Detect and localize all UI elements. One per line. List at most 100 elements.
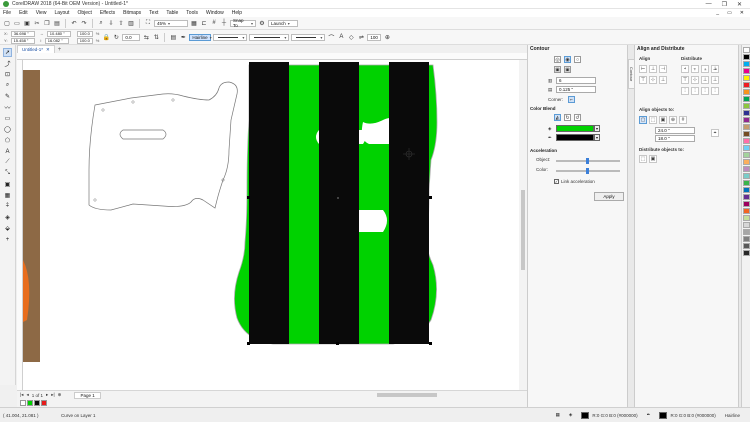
align-y-field[interactable]: 18.0 " (655, 135, 695, 142)
page-tab[interactable]: Page 1 (74, 391, 101, 399)
doc-close-button[interactable]: ✕ (740, 10, 744, 16)
doc-minimize-button[interactable]: _ (716, 10, 719, 16)
palette-color[interactable] (742, 201, 750, 207)
palette-color[interactable] (742, 110, 750, 116)
text-tool-icon[interactable]: A (3, 147, 12, 156)
palette-color[interactable] (742, 194, 750, 200)
quick-customize-icon[interactable]: ⊕ (383, 33, 391, 41)
show-guidelines-icon[interactable]: ┼ (220, 19, 228, 27)
outline-width-dropdown[interactable]: Hairline (189, 33, 212, 41)
snap-to-dropdown[interactable]: Snap To (230, 18, 256, 28)
prev-page-icon[interactable]: ◂ (26, 392, 28, 398)
swatch-none[interactable] (20, 400, 26, 406)
menu-file[interactable]: File (3, 10, 11, 16)
paste-icon[interactable]: ▤ (53, 19, 61, 27)
selection-handle[interactable] (247, 196, 250, 199)
palette-color[interactable] (742, 208, 750, 214)
connector-tool-icon[interactable]: ⤡ (3, 169, 12, 178)
horizontal-scrollbar-thumb[interactable] (377, 393, 437, 397)
fill-color-chip[interactable] (581, 411, 590, 419)
counterclockwise-blend-icon[interactable]: ↺ (574, 114, 581, 121)
palette-color[interactable] (742, 166, 750, 172)
restore-button[interactable]: ❐ (722, 1, 727, 8)
palette-color[interactable] (742, 54, 750, 60)
artistic-media-icon[interactable]: 〰 (3, 103, 12, 112)
transparency-tool-icon[interactable]: ▦ (3, 191, 12, 200)
black-bar-right[interactable] (389, 62, 429, 344)
distribute-bottom-icon[interactable]: ⊥ (711, 76, 719, 84)
align-x-field[interactable]: 24.0 " (655, 127, 695, 134)
distribute-extra-icon[interactable]: ⫶ (691, 87, 699, 95)
distribute-extra-icon[interactable]: ⫶ (701, 87, 709, 95)
first-page-icon[interactable]: |◂ (20, 392, 23, 398)
canvas-artwork[interactable] (23, 60, 519, 390)
selection-handle[interactable] (247, 342, 250, 345)
add-tool-icon[interactable]: + (3, 235, 12, 244)
outline-color-dropdown[interactable]: ▾ (594, 134, 600, 141)
show-rulers-icon[interactable]: ⊏ (200, 19, 208, 27)
palette-color[interactable] (742, 159, 750, 165)
scale-height-field[interactable]: 100.0 (76, 37, 93, 44)
palette-color[interactable] (742, 250, 750, 256)
swatch-green[interactable] (27, 400, 33, 406)
palette-color[interactable] (742, 75, 750, 81)
document-tab-close-icon[interactable]: ✕ (46, 47, 50, 53)
mirror-vertical-icon[interactable]: ⇅ (152, 33, 160, 41)
distribute-left-icon[interactable]: ⫞ (681, 65, 689, 73)
menu-effects[interactable]: Effects (100, 10, 115, 16)
palette-color[interactable] (742, 180, 750, 186)
import-icon[interactable]: ⇩ (107, 19, 115, 27)
align-left-icon[interactable]: ⊢ (639, 65, 647, 73)
palette-color[interactable] (742, 96, 750, 102)
width-field[interactable]: 10.480 " (46, 30, 71, 37)
selection-handle[interactable] (429, 342, 432, 345)
color-acceleration-knob[interactable] (586, 168, 589, 174)
palette-no-color[interactable] (742, 47, 750, 53)
search-content-icon[interactable]: ⌕ (97, 19, 105, 27)
wrap-text-icon[interactable]: ▤ (169, 33, 177, 41)
palette-color[interactable] (742, 152, 750, 158)
distribute-extra-icon[interactable]: ⫶ (681, 87, 689, 95)
menu-window[interactable]: Window (206, 10, 224, 16)
start-arrowhead-dropdown[interactable] (213, 33, 248, 41)
outline-color-chip[interactable] (659, 411, 668, 419)
palette-color[interactable] (742, 222, 750, 228)
clockwise-blend-icon[interactable]: ↻ (564, 114, 571, 121)
distribute-center-h-icon[interactable]: ⫟ (691, 65, 699, 73)
corner-type-icon[interactable]: ⌐ (568, 96, 575, 103)
undo-icon[interactable]: ↶ (70, 19, 78, 27)
palette-color[interactable] (742, 229, 750, 235)
zoom-tool-icon[interactable]: ⌕ (3, 81, 12, 90)
height-field[interactable]: 16.082 " (44, 37, 69, 44)
rectangle-tool-icon[interactable]: ▭ (3, 114, 12, 123)
object-acceleration-knob[interactable] (586, 158, 589, 164)
black-bar-left[interactable] (249, 62, 289, 344)
palette-color[interactable] (742, 61, 750, 67)
palette-color[interactable] (742, 215, 750, 221)
palette-color[interactable] (742, 68, 750, 74)
palette-color[interactable] (742, 124, 750, 130)
fill-color-picker[interactable] (556, 125, 594, 132)
cut-icon[interactable]: ✂ (33, 19, 41, 27)
color-proof-icon[interactable]: ▦ (556, 412, 560, 418)
zoom-level-dropdown[interactable]: 45% (154, 19, 188, 27)
distribute-to-page-icon[interactable]: ▣ (649, 155, 657, 163)
smart-fill-icon[interactable]: ⬙ (3, 224, 12, 233)
scale-width-field[interactable]: 100.0 (76, 30, 93, 37)
freehand-tool-icon[interactable]: ✎ (3, 92, 12, 101)
palette-color[interactable] (742, 187, 750, 193)
distribute-spacing-v-icon[interactable]: ⊥ (701, 76, 709, 84)
rotation-icon[interactable]: ↻ (112, 33, 120, 41)
last-page-icon[interactable]: ▸| (51, 392, 54, 398)
line-style-dropdown[interactable] (249, 33, 290, 41)
flip-icon[interactable]: ⇌ (357, 33, 365, 41)
y-position-field[interactable]: 15.458 " (10, 37, 35, 44)
contour-preset-icon[interactable]: ▣ (564, 66, 571, 73)
menu-help[interactable]: Help (232, 10, 242, 16)
distribute-center-v-icon[interactable]: ⊹ (691, 76, 699, 84)
outline-pen-icon[interactable]: ✒ (179, 33, 187, 41)
distribute-right-icon[interactable]: ⫡ (711, 65, 719, 73)
export-icon[interactable]: ⇧ (117, 19, 125, 27)
vertical-scrollbar-thumb[interactable] (521, 190, 525, 270)
close-curve-icon[interactable]: ⌒ (327, 33, 335, 42)
